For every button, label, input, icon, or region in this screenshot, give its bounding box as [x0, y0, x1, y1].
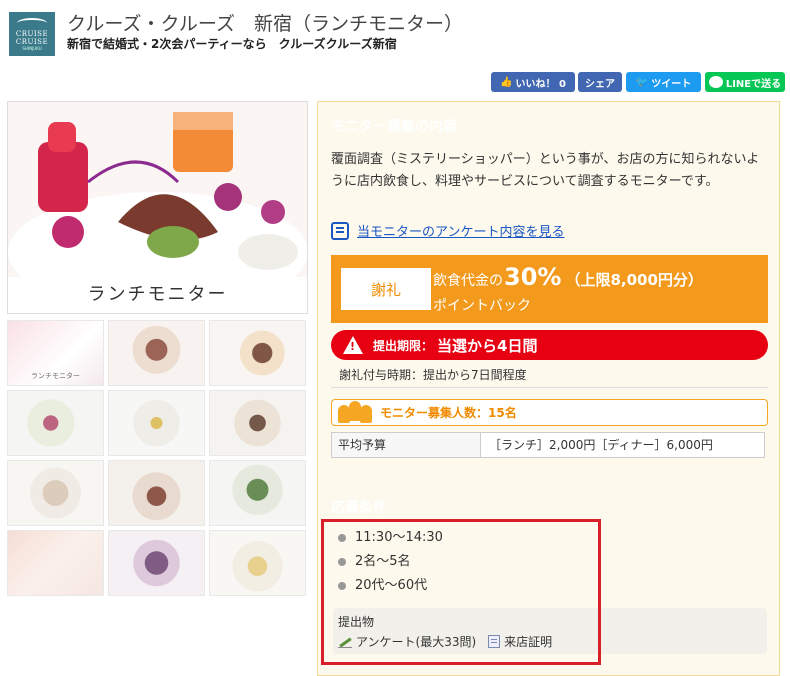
twitter-bird-icon: 🐦: [635, 76, 649, 88]
warning-icon: [343, 336, 363, 354]
thumbnail[interactable]: [7, 460, 104, 526]
people-icon: [338, 400, 372, 423]
facebook-share-button[interactable]: シェア: [578, 72, 622, 92]
document-icon: [331, 221, 349, 240]
deadline-value: 当選から4日間: [437, 336, 538, 355]
reward-prefix: 飲食代金の: [433, 273, 503, 289]
line-icon: [708, 76, 723, 88]
reward-percent: 30%: [504, 263, 562, 291]
thumbnail[interactable]: [7, 530, 104, 596]
thumbs-up-icon: 👍: [500, 76, 513, 88]
facebook-like-button[interactable]: 👍 いいね！ 0: [491, 72, 575, 92]
reward-banner: 謝礼 飲食代金の 30% （上限8,000円分） ポイントバック: [331, 255, 768, 323]
share-label: シェア: [585, 78, 615, 90]
tweet-button[interactable]: 🐦 ツイート: [626, 72, 701, 92]
thumbnail[interactable]: [108, 530, 205, 596]
monitor-section-header: モニター募集の内容: [317, 110, 517, 142]
tweet-label: ツイート: [651, 78, 692, 90]
line-share-button[interactable]: LINEで送る: [705, 72, 785, 92]
thumbnail[interactable]: [7, 390, 104, 456]
main-food-image: ランチモニター: [7, 101, 308, 314]
line-label: LINEで送る: [725, 78, 782, 90]
reward-rate: 飲食代金の 30% （上限8,000円分）: [433, 263, 703, 291]
budget-label: 平均予算: [332, 433, 481, 457]
budget-value: ［ランチ］2,000円［ディナー］6,000円: [489, 438, 713, 452]
page-subtitle: 新宿で結婚式・2次会パーティーなら クルーズクルーズ新宿: [67, 37, 397, 51]
like-label: いいね！ 0: [515, 78, 566, 90]
survey-link[interactable]: 当モニターのアンケート内容を見る: [331, 221, 564, 240]
monitor-section-title: モニター募集の内容: [331, 119, 457, 135]
thumbnail[interactable]: [209, 530, 306, 596]
survey-link-text[interactable]: 当モニターのアンケート内容を見る: [357, 221, 564, 240]
deadline-banner: 提出期限： 当選から4日間: [331, 330, 768, 360]
logo[interactable]: CRUISE CRUISE SHINJUKU: [9, 12, 55, 56]
page-title: クルーズ・クルーズ 新宿（ランチモニター）: [67, 13, 463, 35]
thumbnail[interactable]: [108, 320, 205, 386]
main-image-caption: ランチモニター: [8, 277, 307, 313]
reward-type: ポイントバック: [433, 298, 531, 314]
deadline-label: 提出期限：: [373, 338, 434, 353]
logo-text-1: CRUISE: [15, 29, 49, 38]
reward-label: 謝礼: [341, 268, 431, 310]
reward-timing: 謝礼付与時期：提出から7日間程度: [331, 362, 768, 388]
thumbnail-caption: ランチモニター: [31, 372, 80, 380]
thumbnail[interactable]: [108, 460, 205, 526]
thumbnail[interactable]: [209, 460, 306, 526]
logo-text-2: CRUISE: [15, 37, 49, 46]
recruit-count: モニター募集人数：15名: [331, 399, 768, 426]
logo-text-3: SHINJUKU: [22, 45, 42, 51]
recruit-count-label: モニター募集人数：15名: [380, 406, 517, 420]
monitor-description: 覆面調査（ミステリーショッパー）という事が、お店の方に知られないように店内飲食し…: [331, 152, 760, 189]
wave-icon: [17, 17, 47, 28]
thumbnail[interactable]: [209, 390, 306, 456]
thumbnail[interactable]: ランチモニター: [7, 320, 104, 386]
thumbnail[interactable]: [108, 390, 205, 456]
conditions-highlight-frame: [321, 519, 601, 665]
thumbnail[interactable]: [209, 320, 306, 386]
conditions-section-title: 応募条件: [331, 500, 387, 516]
reward-cap: （上限8,000円分）: [565, 271, 703, 289]
budget-row: 平均予算 ［ランチ］2,000円［ディナー］6,000円: [331, 432, 765, 458]
